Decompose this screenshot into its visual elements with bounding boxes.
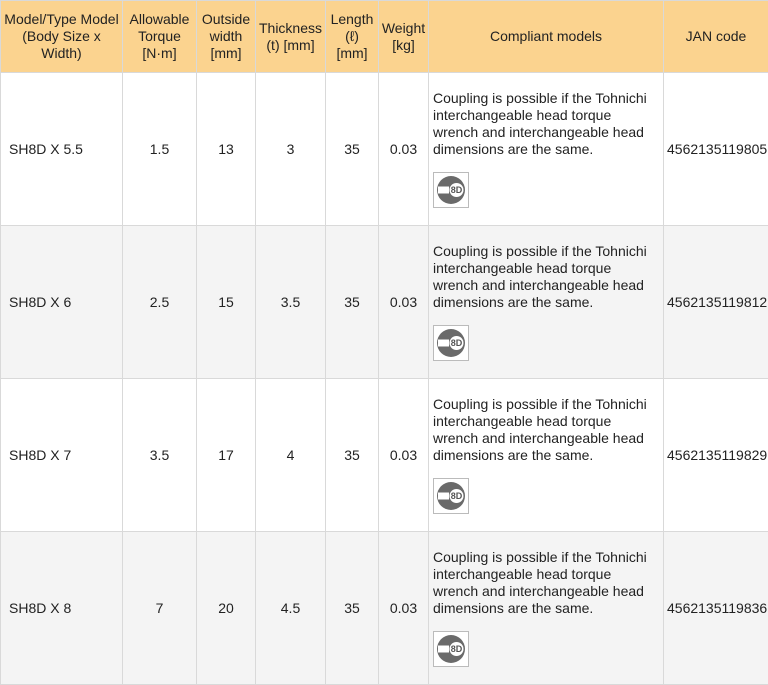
cell-length: 35 xyxy=(326,532,379,685)
header-outside-width: Outside width [mm] xyxy=(197,1,256,73)
head-8d-icon: 8D xyxy=(433,325,469,361)
badge-label: 8D xyxy=(451,644,463,654)
cell-compliant: Coupling is possible if the Tohnichi int… xyxy=(429,379,664,532)
cell-thickness: 4.5 xyxy=(256,532,326,685)
cell-outside-width: 17 xyxy=(197,379,256,532)
table-row: SH8D X 7 3.5 17 4 35 0.03 Coupling is po… xyxy=(1,379,768,532)
cell-model: SH8D X 6 xyxy=(1,226,123,379)
cell-weight: 0.03 xyxy=(379,532,429,685)
cell-model: SH8D X 7 xyxy=(1,379,123,532)
cell-weight: 0.03 xyxy=(379,73,429,226)
spec-table: Model/Type Model (Body Size x Width) All… xyxy=(0,0,768,685)
cell-jan: 4562135119836 xyxy=(664,532,768,685)
header-weight: Weight [kg] xyxy=(379,1,429,73)
cell-torque: 3.5 xyxy=(123,379,197,532)
compliant-text: Coupling is possible if the Tohnichi int… xyxy=(433,243,659,311)
compliant-text: Coupling is possible if the Tohnichi int… xyxy=(433,549,659,617)
table-row: SH8D X 6 2.5 15 3.5 35 0.03 Coupling is … xyxy=(1,226,768,379)
cell-length: 35 xyxy=(326,379,379,532)
cell-outside-width: 20 xyxy=(197,532,256,685)
cell-thickness: 3.5 xyxy=(256,226,326,379)
header-model: Model/Type Model (Body Size x Width) xyxy=(1,1,123,73)
badge-label: 8D xyxy=(451,185,463,195)
header-torque: Allowable Torque [N·m] xyxy=(123,1,197,73)
header-jan: JAN code xyxy=(664,1,768,73)
header-row: Model/Type Model (Body Size x Width) All… xyxy=(1,1,768,73)
cell-jan: 4562135119812 xyxy=(664,226,768,379)
cell-weight: 0.03 xyxy=(379,226,429,379)
cell-length: 35 xyxy=(326,73,379,226)
cell-compliant: Coupling is possible if the Tohnichi int… xyxy=(429,226,664,379)
cell-length: 35 xyxy=(326,226,379,379)
badge-label: 8D xyxy=(451,491,463,501)
head-8d-icon: 8D xyxy=(433,172,469,208)
cell-outside-width: 13 xyxy=(197,73,256,226)
cell-torque: 1.5 xyxy=(123,73,197,226)
header-thickness: Thickness (t) [mm] xyxy=(256,1,326,73)
cell-weight: 0.03 xyxy=(379,379,429,532)
cell-compliant: Coupling is possible if the Tohnichi int… xyxy=(429,532,664,685)
cell-torque: 2.5 xyxy=(123,226,197,379)
table-row: SH8D X 5.5 1.5 13 3 35 0.03 Coupling is … xyxy=(1,73,768,226)
badge-label: 8D xyxy=(451,338,463,348)
head-8d-icon: 8D xyxy=(433,631,469,667)
cell-thickness: 4 xyxy=(256,379,326,532)
compliant-text: Coupling is possible if the Tohnichi int… xyxy=(433,90,659,158)
head-8d-icon: 8D xyxy=(433,478,469,514)
header-length: Length (ℓ) [mm] xyxy=(326,1,379,73)
cell-thickness: 3 xyxy=(256,73,326,226)
cell-jan: 4562135119829 xyxy=(664,379,768,532)
table-row: SH8D X 8 7 20 4.5 35 0.03 Coupling is po… xyxy=(1,532,768,685)
cell-jan: 4562135119805 xyxy=(664,73,768,226)
cell-model: SH8D X 8 xyxy=(1,532,123,685)
cell-outside-width: 15 xyxy=(197,226,256,379)
cell-model: SH8D X 5.5 xyxy=(1,73,123,226)
header-compliant: Compliant models xyxy=(429,1,664,73)
compliant-text: Coupling is possible if the Tohnichi int… xyxy=(433,396,659,464)
cell-compliant: Coupling is possible if the Tohnichi int… xyxy=(429,73,664,226)
cell-torque: 7 xyxy=(123,532,197,685)
